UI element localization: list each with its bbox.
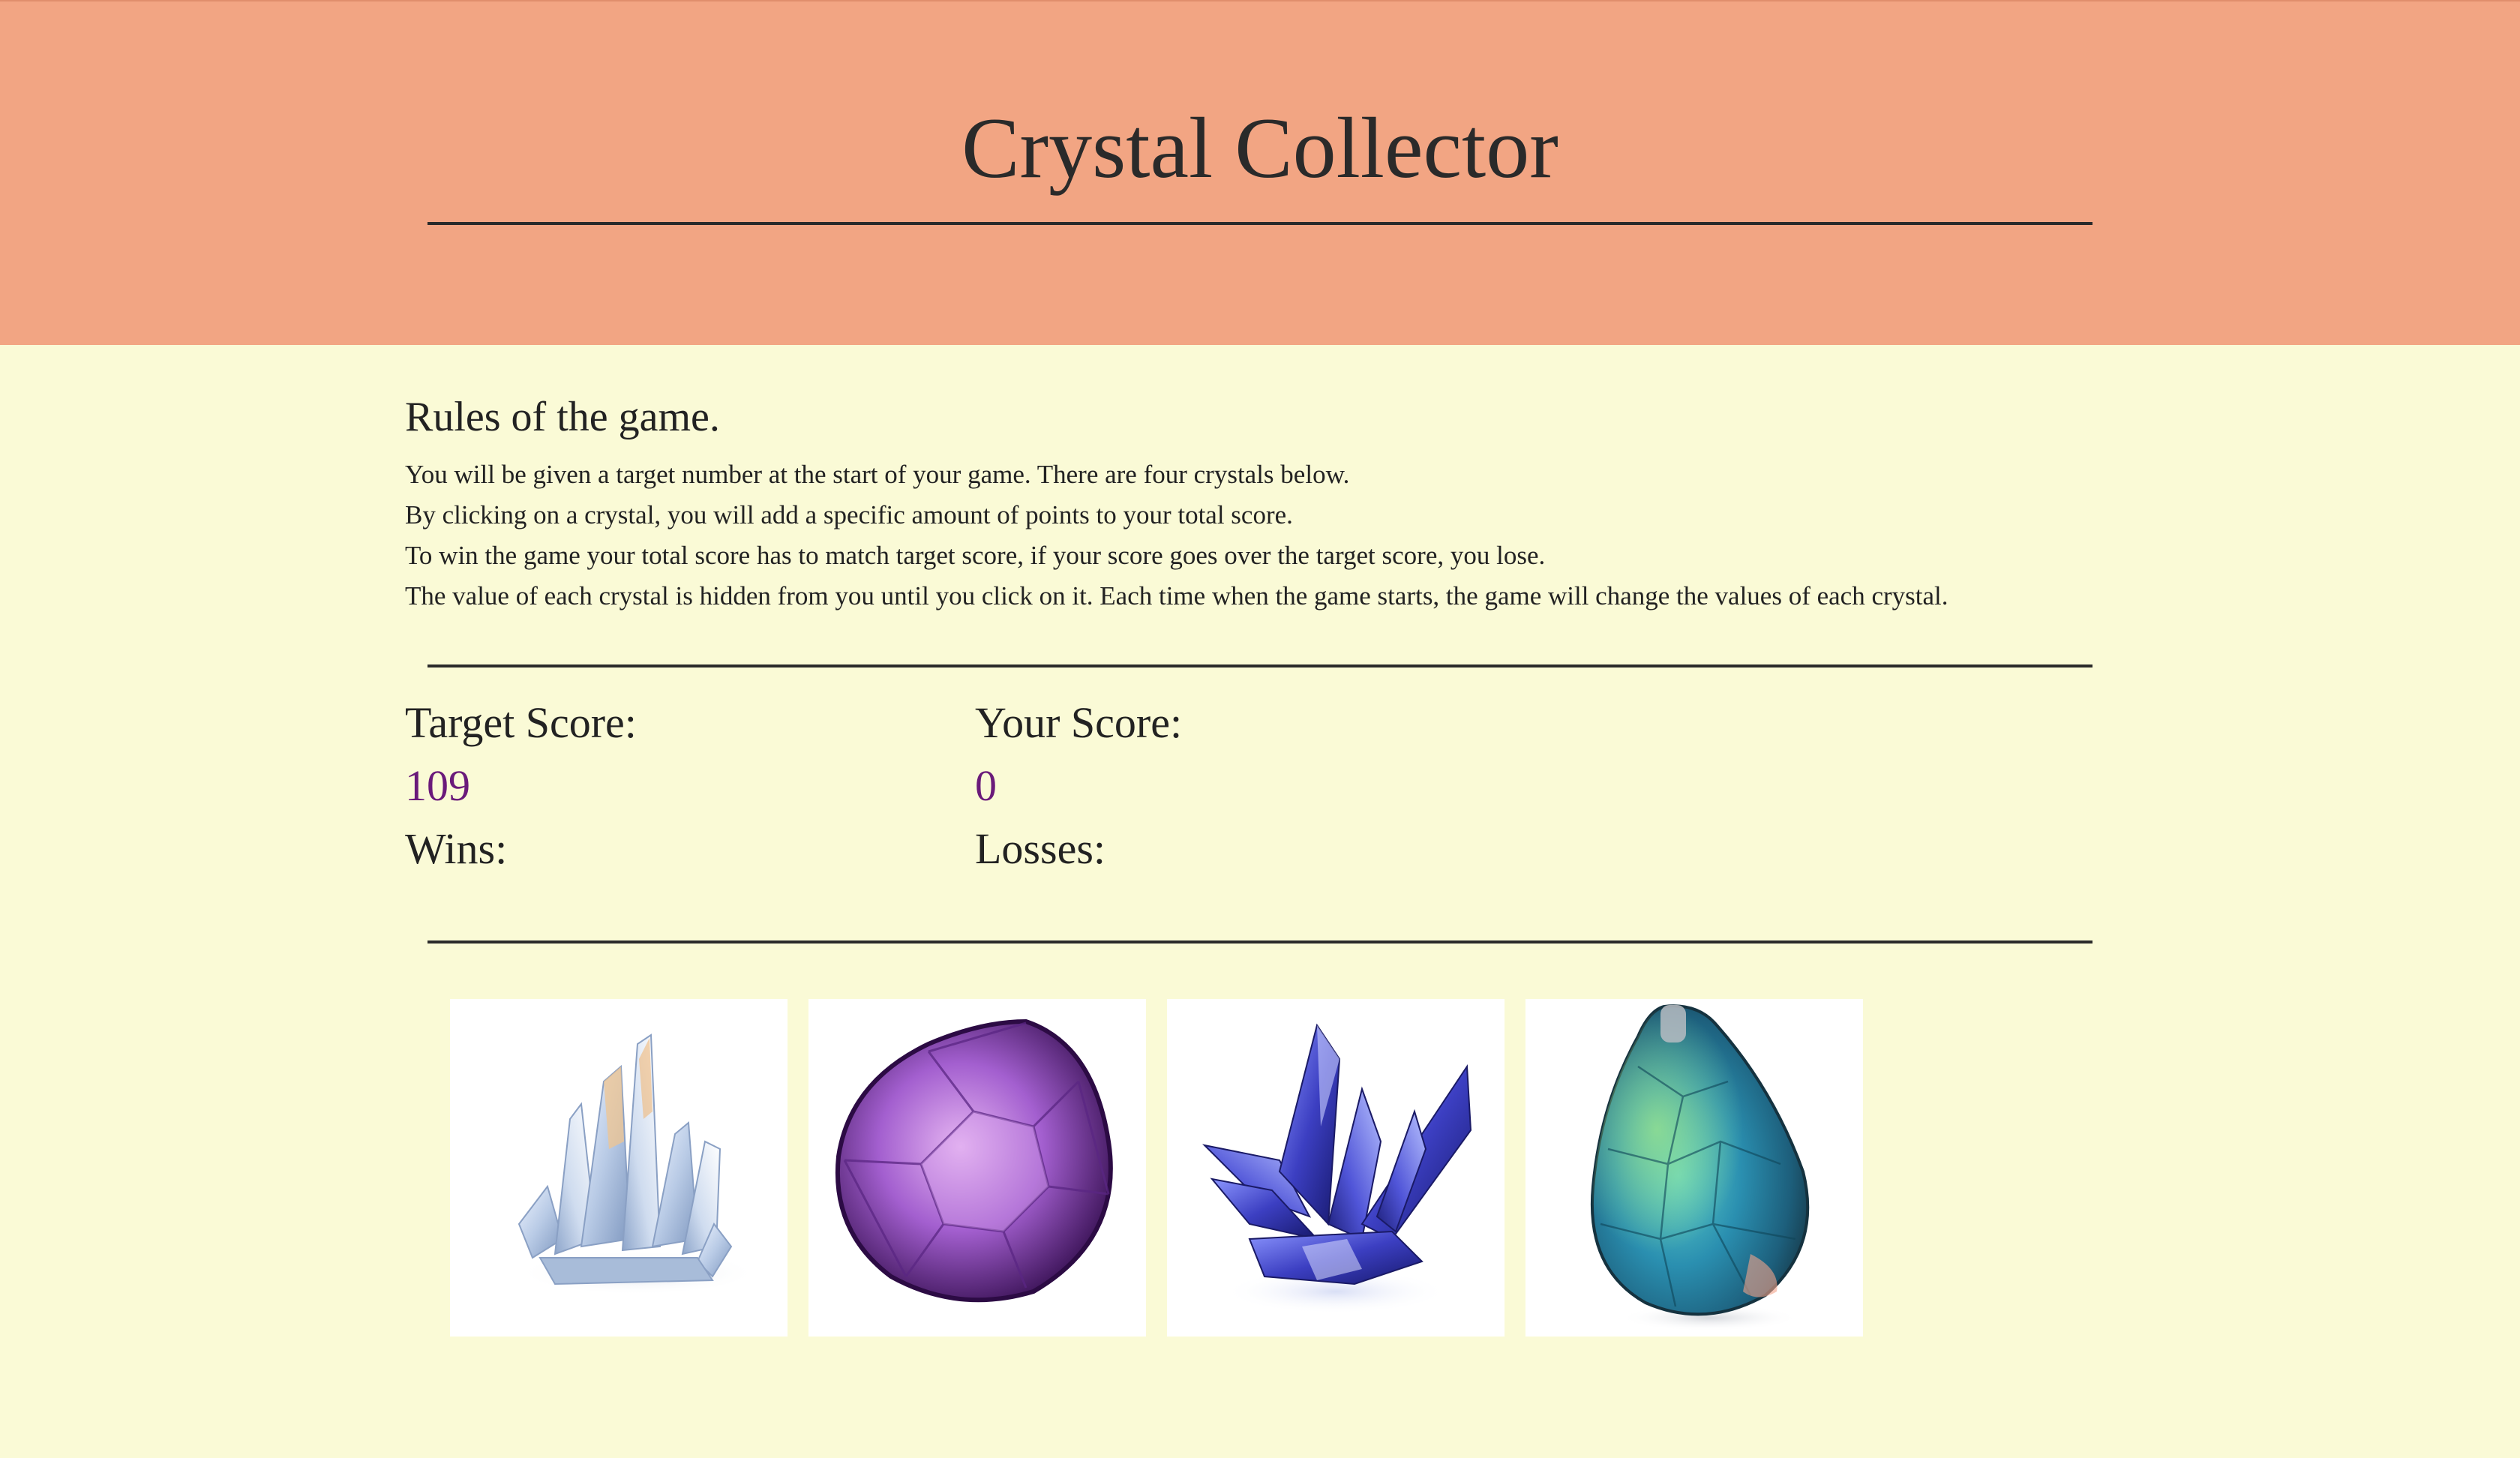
scoreboard-divider: [428, 940, 2092, 944]
target-score-label: Target Score:: [405, 698, 637, 747]
target-score-value: 109: [405, 761, 470, 810]
teal-opal-drop-crystal-icon: [1590, 1004, 1810, 1331]
your-score-value: 0: [975, 761, 997, 810]
rules-heading: Rules of the game.: [405, 394, 720, 440]
clear-quartz-crystal-icon: [518, 1034, 758, 1295]
crystal-button-4[interactable]: [1526, 999, 1863, 1336]
rules-line: You will be given a target number at the…: [405, 460, 1350, 489]
losses-label: Losses:: [975, 824, 1106, 873]
blue-tanzanite-crystal-icon: [1202, 1023, 1472, 1314]
rules-line: To win the game your total score has to …: [405, 541, 1546, 570]
your-score-label: Your Score:: [975, 698, 1183, 747]
header-divider: [428, 222, 2092, 225]
crystal-button-3[interactable]: [1167, 999, 1504, 1336]
page-header: Crystal Collector: [0, 0, 2520, 345]
purple-amethyst-crystal-icon: [835, 1018, 1113, 1303]
rules-line: The value of each crystal is hidden from…: [405, 581, 1948, 610]
crystal-button-1[interactable]: [450, 999, 788, 1336]
rules-divider: [428, 664, 2092, 668]
wins-label: Wins:: [405, 824, 508, 873]
crystal-button-2[interactable]: [808, 999, 1146, 1336]
page-title: Crystal Collector: [962, 100, 1558, 196]
rules-list: You will be given a target number at the…: [405, 454, 1948, 616]
rules-line: By clicking on a crystal, you will add a…: [405, 500, 1293, 530]
